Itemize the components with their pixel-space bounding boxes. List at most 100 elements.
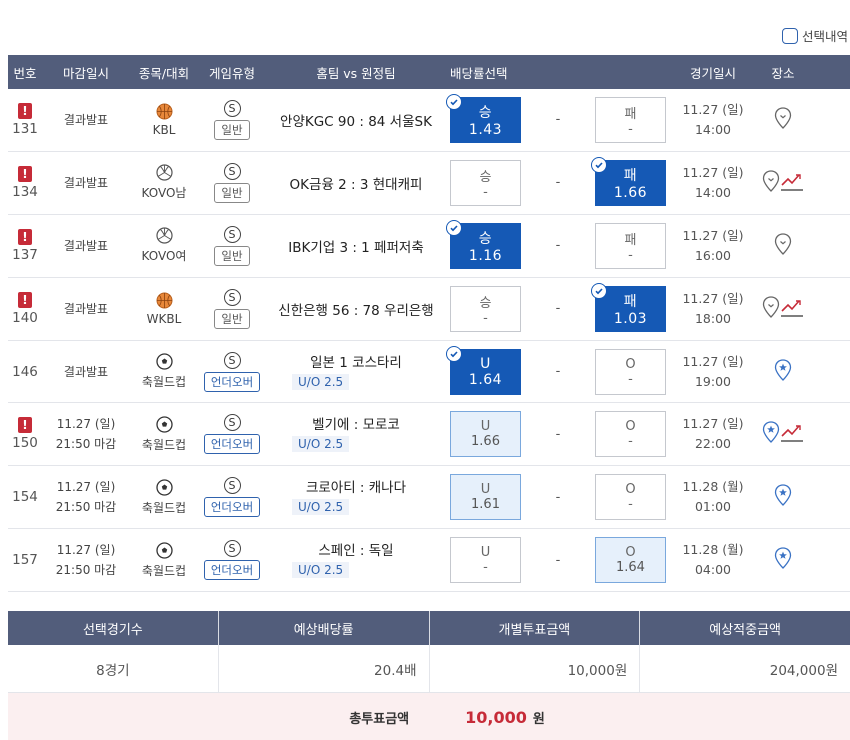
odds-label: 패 — [624, 106, 637, 122]
draw-value: - — [555, 112, 561, 128]
deadline-text: 결과발표 — [63, 364, 109, 379]
odds-left-button[interactable]: U 1.66 — [450, 411, 521, 458]
type-cell: S 언더오버 — [198, 466, 266, 528]
game-type-badge: 일반 — [214, 119, 250, 140]
odds-right-button[interactable]: 패- — [594, 222, 666, 269]
trend-chart-icon[interactable] — [780, 296, 804, 322]
match-teams: 일본 1 코스타리 — [310, 354, 402, 371]
date-cell: 11.27 (일) 19:00 — [670, 341, 756, 403]
col-place: 장소 — [771, 65, 795, 81]
location-pin-icon[interactable] — [774, 233, 792, 259]
game-board: 번호 마감일시 종목/대회 게임유형 홈팀 vs 원정팀 배당률선택 경기일시 … — [8, 55, 850, 593]
league-name: 축월드컵 — [141, 437, 187, 452]
place-cell — [756, 278, 810, 340]
odds-label: 승 — [478, 230, 493, 247]
odds-left-button[interactable]: U 1.61 — [450, 474, 521, 521]
total-unit: 원 — [532, 711, 545, 727]
deadline-cell: 결과발표 — [42, 89, 130, 151]
odds-left-button[interactable]: U 1.64 — [446, 345, 521, 395]
soccer-icon — [155, 542, 173, 559]
col-type: 게임유형 — [208, 65, 255, 81]
sport-cell: 축월드컵 — [130, 341, 198, 403]
location-pin-icon[interactable] — [762, 170, 780, 196]
deadline-text: 11.27 (일) — [56, 417, 116, 432]
game-date: 11.27 (일) — [682, 290, 744, 306]
soccer-icon — [155, 416, 173, 433]
odds-right-button[interactable]: O 1.64 — [594, 537, 666, 584]
game-type-badge: 일반 — [214, 182, 250, 203]
odds-left-button[interactable]: U- — [450, 537, 521, 584]
odds-value: 1.43 — [468, 121, 503, 138]
game-number: 131 — [12, 120, 38, 137]
match-cell: 스페인 : 독일 U/O 2.5 — [266, 529, 446, 591]
single-badge: S — [223, 540, 241, 558]
odds-right-button[interactable]: O- — [594, 474, 666, 521]
deadline-text: 결과발표 — [63, 301, 109, 316]
odds-right-button[interactable]: 패 1.03 — [590, 282, 666, 332]
draw-value: - — [555, 364, 561, 379]
selection-label: 선택내역 — [801, 29, 848, 44]
type-cell: S 일반 — [198, 89, 266, 151]
deadline-text: 11.27 (일) — [56, 480, 116, 495]
odds-right-button[interactable]: 패- — [594, 96, 666, 143]
summary-count: 8경기 — [8, 645, 219, 692]
odds-value: 1.66 — [613, 184, 648, 201]
odds-right-button[interactable]: O- — [594, 348, 666, 395]
odds-right-button[interactable]: 패 1.66 — [590, 156, 666, 206]
game-time: 14:00 — [694, 121, 732, 137]
match-teams: IBK기업 3 : 1 페퍼저축 — [288, 239, 424, 256]
odds-value: - — [628, 434, 633, 450]
star-pin-icon[interactable] — [762, 421, 780, 447]
game-row: ! 150 11.27 (일) 21:50 마감 축월드컵 S 언더오버 벨기에 : 모로코 U… — [8, 403, 850, 467]
basketball-icon — [156, 103, 173, 120]
bet-cell: 승 - - 패 1.66 — [446, 152, 670, 214]
selected-check-icon — [446, 345, 462, 362]
game-time: 04:00 — [694, 562, 732, 578]
star-pin-icon[interactable] — [774, 484, 792, 510]
game-row: ! 131 결과발표 KBL S 일반 안양KGC 90 : 84 서울SK 승 1.43- 패 -… — [8, 89, 850, 152]
odds-label: 패 — [623, 293, 638, 310]
location-pin-icon[interactable] — [774, 107, 792, 133]
game-date: 11.27 (일) — [682, 164, 744, 180]
col-num: 번호 — [13, 65, 37, 81]
selection-checkbox[interactable] — [781, 27, 798, 44]
soccer-icon — [155, 353, 173, 370]
game-date: 11.28 (월) — [682, 542, 744, 558]
selected-check-icon — [446, 219, 462, 236]
odds-label: U — [480, 355, 491, 372]
odds-label: O — [625, 482, 636, 498]
game-type-badge: 언더오버 — [203, 434, 261, 455]
game-time: 01:00 — [694, 499, 732, 515]
odds-left-button[interactable]: 승 1.43 — [446, 93, 521, 143]
odds-right-button[interactable]: O- — [594, 411, 666, 458]
date-cell: 11.28 (월) 04:00 — [670, 529, 756, 591]
alert-icon: ! — [18, 417, 32, 434]
deadline-cell: 결과발표 — [42, 215, 130, 277]
trend-chart-icon[interactable] — [780, 421, 804, 447]
single-badge: S — [223, 351, 241, 369]
star-pin-icon[interactable] — [774, 547, 792, 573]
odds-label: 승 — [478, 104, 493, 121]
odds-left-button[interactable]: 승- — [450, 285, 521, 332]
game-type-badge: 일반 — [214, 308, 250, 329]
trend-chart-icon[interactable] — [780, 170, 804, 196]
odds-left-button[interactable]: 승 1.16 — [446, 219, 521, 269]
selection-toggle[interactable]: 선택내역 — [781, 26, 848, 45]
num-cell: ! 140 — [8, 278, 42, 340]
sport-cell: 축월드컵 — [130, 466, 198, 528]
col-match: 홈팀 vs 원정팀 — [316, 65, 396, 81]
game-row: 146 결과발표 축월드컵 S 언더오버 일본 1 코스타리 U/O 2.5 U 1.64- O -… — [8, 340, 850, 404]
game-row: ! 137 결과발표 KOVO여 S 일반 IBK기업 3 : 1 페퍼저축 승 1.16- 패 -… — [8, 214, 850, 278]
deadline-text: 결과발표 — [63, 175, 109, 190]
league-name: WKBL — [146, 311, 182, 326]
game-number: 137 — [12, 246, 38, 263]
odds-left-button[interactable]: 승- — [450, 159, 521, 206]
location-pin-icon[interactable] — [762, 295, 780, 322]
odds-value: 1.66 — [471, 434, 500, 450]
odds-value: - — [628, 121, 633, 137]
star-pin-icon[interactable] — [774, 358, 792, 385]
deadline-time: 21:50 마감 — [55, 563, 117, 578]
odds-label: O — [625, 419, 636, 435]
date-cell: 11.27 (일) 14:00 — [670, 152, 756, 214]
sport-cell: KOVO여 — [130, 215, 198, 277]
